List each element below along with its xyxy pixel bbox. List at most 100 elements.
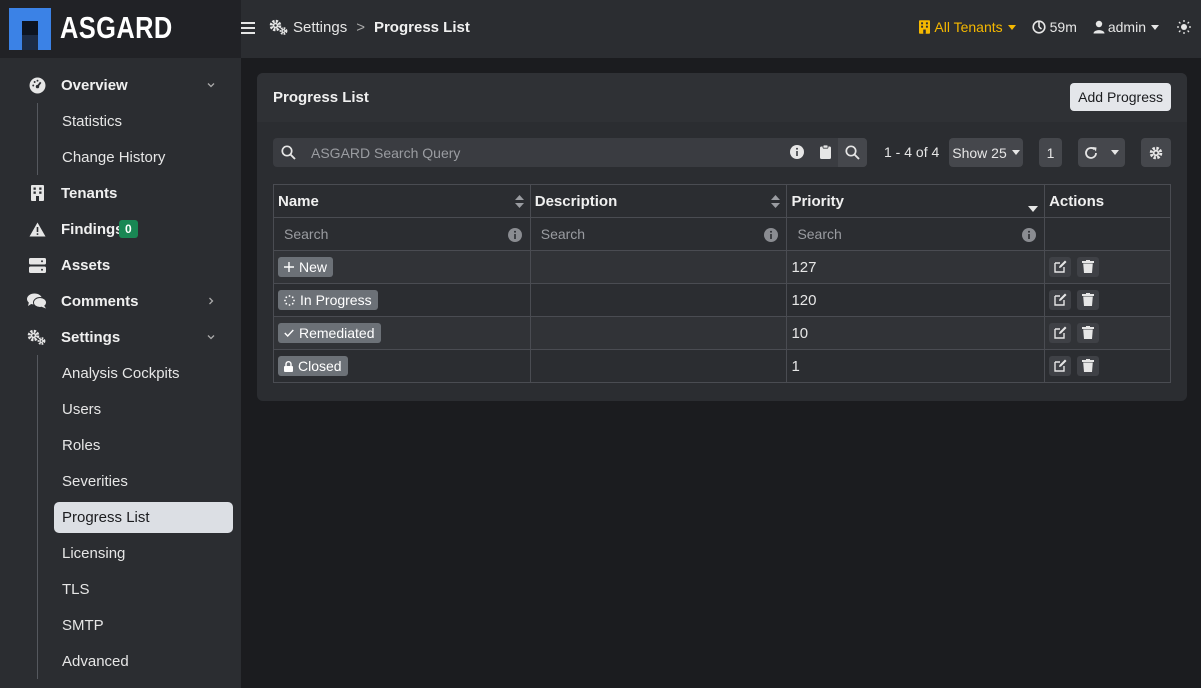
refresh-button[interactable]	[1078, 138, 1125, 167]
sidebar-item-tenants[interactable]: Tenants	[0, 175, 241, 211]
trash-icon	[1082, 260, 1095, 274]
user-menu[interactable]: admin	[1093, 19, 1159, 35]
card-header: Progress List Add Progress	[257, 73, 1187, 122]
description-cell	[529, 349, 788, 383]
sidebar-item-analysis-cockpits[interactable]: Analysis Cockpits	[54, 358, 233, 389]
actions-filter-empty	[1044, 217, 1171, 251]
filter-placeholder: Search	[284, 226, 329, 242]
filter-placeholder: Search	[540, 226, 586, 242]
filter-placeholder: Search	[797, 226, 842, 242]
app: ASGARD Overview Statistics Change Histor…	[0, 0, 1201, 688]
name-cell: In Progress	[273, 283, 531, 317]
delete-button[interactable]	[1077, 355, 1100, 376]
comments-icon	[27, 291, 47, 311]
table-row[interactable]: In Progress 120	[273, 283, 1171, 317]
sidebar: ASGARD Overview Statistics Change Histor…	[0, 0, 241, 688]
table-row[interactable]: Closed 1	[273, 349, 1171, 383]
edit-button[interactable]	[1049, 322, 1072, 343]
progress-table: Name Description Priority Actions Search	[273, 184, 1171, 383]
column-header-description[interactable]: Description	[529, 184, 788, 218]
sidebar-item-comments[interactable]: Comments	[0, 283, 241, 319]
user-menu-label: admin	[1107, 19, 1146, 35]
clipboard-icon[interactable]	[820, 144, 831, 162]
delete-button[interactable]	[1077, 289, 1100, 310]
name-cell: New	[273, 250, 531, 284]
delete-button[interactable]	[1077, 322, 1100, 343]
query-search-input[interactable]: ASGARD Search Query	[311, 145, 460, 161]
hamburger-menu-icon[interactable]	[241, 21, 255, 35]
edit-button[interactable]	[1049, 289, 1072, 310]
description-cell	[529, 316, 788, 350]
sidebar-item-licensing[interactable]: Licensing	[54, 538, 233, 569]
column-header-label: Name	[278, 192, 319, 210]
sidebar-item-change-history[interactable]: Change History	[54, 142, 233, 173]
description-filter-input[interactable]: Search	[529, 217, 788, 251]
sidebar-item-advanced[interactable]: Advanced	[54, 646, 233, 677]
pagination-info: 1 - 4 of 4	[884, 144, 940, 160]
brand-name: ASGARD	[60, 10, 173, 45]
page-size-dropdown[interactable]: Show 25	[949, 138, 1023, 167]
progress-tag: In Progress	[278, 290, 378, 310]
table-row[interactable]: Remediated 10	[273, 316, 1171, 350]
brand[interactable]: ASGARD	[0, 0, 241, 58]
info-icon[interactable]	[790, 145, 804, 162]
actions-cell	[1044, 283, 1171, 317]
edit-button[interactable]	[1049, 256, 1072, 277]
info-icon[interactable]	[764, 228, 779, 245]
sidebar-item-severities[interactable]: Severities	[54, 466, 233, 497]
theme-toggle-sun-icon[interactable]	[1177, 20, 1191, 34]
sidebar-item-assets[interactable]: Assets	[0, 247, 241, 283]
tenant-selector[interactable]: All Tenants	[919, 19, 1016, 35]
trash-icon	[1082, 293, 1095, 307]
caret-down-icon	[1111, 150, 1119, 155]
page-number-button[interactable]: 1	[1039, 138, 1062, 167]
sidebar-item-label: Overview	[61, 76, 128, 94]
session-timer[interactable]: 59m	[1032, 19, 1077, 35]
sidebar-item-smtp[interactable]: SMTP	[54, 610, 233, 641]
sidebar-item-settings[interactable]: Settings	[0, 319, 241, 355]
edit-icon	[1053, 293, 1067, 306]
sidebar-item-statistics[interactable]: Statistics	[54, 106, 233, 137]
column-header-label: Actions	[1049, 192, 1105, 210]
sidebar-item-roles[interactable]: Roles	[54, 430, 233, 461]
priority-cell: 120	[786, 283, 1046, 317]
sidebar-item-tls[interactable]: TLS	[54, 574, 233, 605]
table-settings-button[interactable]	[1141, 138, 1171, 167]
delete-button[interactable]	[1077, 256, 1100, 277]
search-submit-button[interactable]	[838, 138, 867, 167]
add-progress-button[interactable]: Add Progress	[1070, 83, 1171, 111]
topbar: Settings > Progress List All Tenants 59m	[241, 0, 1201, 58]
table-row[interactable]: New 127	[273, 250, 1171, 284]
query-search-bar: ASGARD Search Query	[273, 138, 867, 167]
dashboard-icon	[27, 75, 47, 95]
name-filter-input[interactable]: Search	[273, 217, 531, 251]
tenant-selector-label: All Tenants	[934, 19, 1003, 35]
actions-cell	[1044, 349, 1171, 383]
sidebar-item-findings[interactable]: Findings 0	[0, 211, 241, 247]
sidebar-item-users[interactable]: Users	[54, 394, 233, 425]
breadcrumb-separator: >	[356, 19, 365, 36]
logo-icon	[9, 8, 51, 50]
edit-button[interactable]	[1049, 355, 1072, 376]
info-icon[interactable]	[507, 228, 522, 245]
column-header-priority[interactable]: Priority	[786, 184, 1046, 218]
name-cell: Closed	[273, 349, 531, 383]
progress-tag-label: Closed	[298, 358, 342, 374]
sidebar-item-label: Tenants	[61, 184, 118, 202]
progress-tag: New	[278, 257, 334, 277]
sort-desc-icon	[1028, 199, 1039, 216]
priority-filter-input[interactable]: Search	[786, 217, 1046, 251]
column-header-name[interactable]: Name	[273, 184, 531, 218]
chevron-down-icon	[204, 78, 218, 92]
breadcrumb: Settings > Progress List	[269, 19, 470, 36]
priority-cell: 10	[786, 316, 1046, 350]
spinner-icon	[284, 294, 295, 306]
description-cell	[529, 250, 788, 284]
trash-icon	[1082, 359, 1095, 373]
sidebar-item-label: Settings	[61, 328, 121, 346]
breadcrumb-settings[interactable]: Settings	[293, 19, 347, 36]
sidebar-item-progress-list[interactable]: Progress List	[54, 502, 233, 533]
info-icon[interactable]	[1022, 228, 1037, 245]
edit-icon	[1053, 359, 1067, 372]
sidebar-item-overview[interactable]: Overview	[0, 67, 241, 103]
